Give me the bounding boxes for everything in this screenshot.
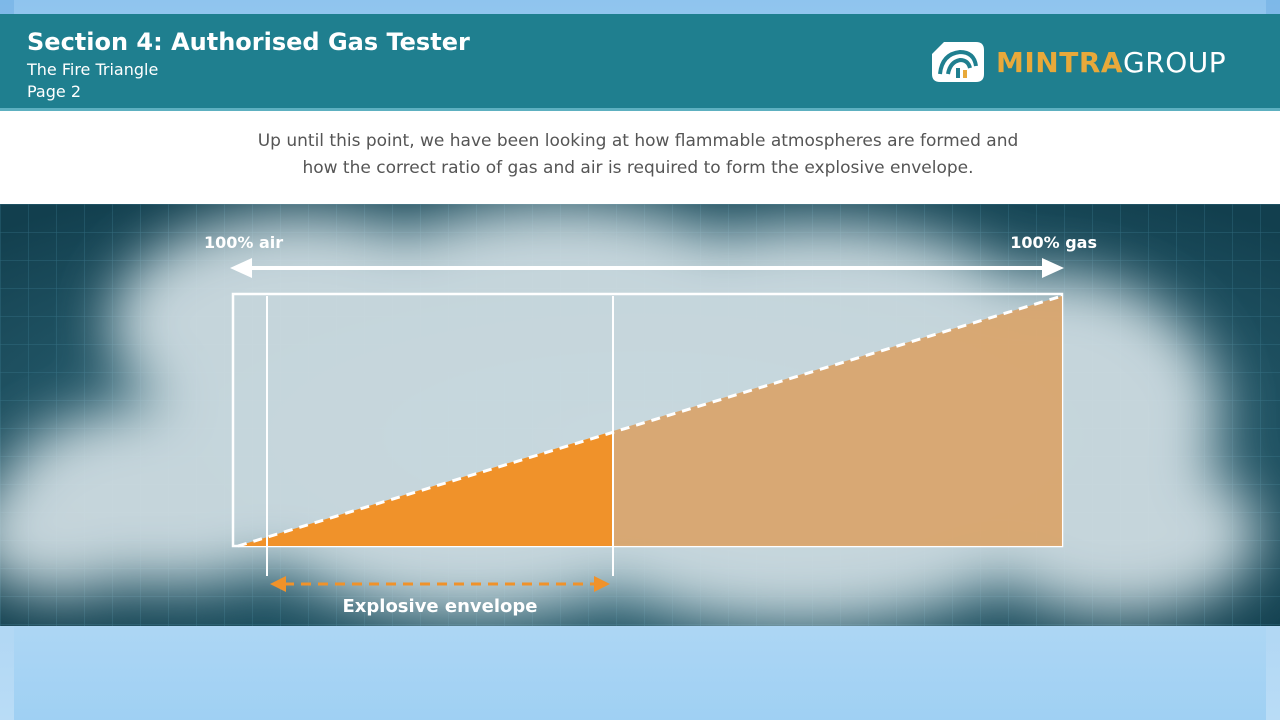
- logo-wordmark: MINTRAGROUP: [996, 46, 1226, 79]
- label-100-gas: 100% gas: [1010, 233, 1097, 252]
- intro-line-1: Up until this point, we have been lookin…: [257, 131, 1019, 151]
- logo-text-group: GROUP: [1123, 46, 1227, 79]
- intro-text: Up until this point, we have been lookin…: [120, 128, 1156, 182]
- page-number: Page 2: [27, 82, 81, 101]
- explosive-envelope-label: Explosive envelope: [342, 596, 537, 617]
- slide-header: Section 4: Authorised Gas Tester The Fir…: [0, 14, 1280, 108]
- explosive-envelope-diagram: 100% air 100% gas Explosive envelope: [0, 204, 1280, 626]
- label-100-air: 100% air: [204, 233, 283, 252]
- mintra-logo-icon: [932, 42, 984, 82]
- section-subtitle: The Fire Triangle: [27, 60, 159, 79]
- intro-line-2: how the correct ratio of gas and air is …: [302, 158, 974, 178]
- logo-text-mintra: MINTRA: [996, 46, 1124, 79]
- header-divider: [0, 108, 1280, 111]
- slide: Section 4: Authorised Gas Tester The Fir…: [0, 14, 1280, 626]
- section-title: Section 4: Authorised Gas Tester: [27, 28, 470, 56]
